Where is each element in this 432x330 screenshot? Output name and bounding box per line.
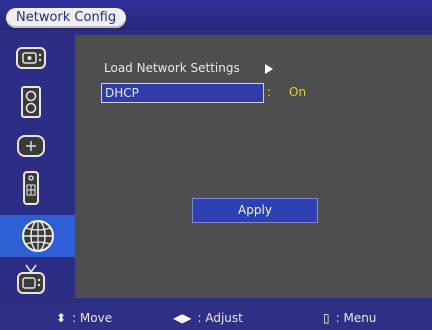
sidebar-item-network[interactable] [0,215,76,257]
hint-move: ⬍ : Move [56,311,112,325]
arrow-right-icon [265,64,273,74]
sidebar-item-setup[interactable] [6,127,56,165]
remote-icon [23,171,39,205]
dhcp-field[interactable]: DHCP [101,83,264,103]
title-bar: Network Config [0,0,432,30]
left-right-icon: ◀▶ [173,311,192,325]
dhcp-value: On [289,85,307,99]
picture-icon [16,47,46,69]
network-icon [22,220,54,252]
sidebar [0,35,76,299]
menu-icon: ▯ [323,311,330,325]
page-title: Network Config [6,8,127,28]
apply-button[interactable]: Apply [192,198,318,223]
sidebar-item-tv[interactable] [6,261,56,299]
tv-input-icon [17,264,45,294]
dhcp-colon: : [267,85,272,99]
hint-adjust: ◀▶ : Adjust [173,311,243,325]
setup-icon [17,135,45,157]
sidebar-item-input[interactable] [6,169,56,207]
load-network-settings-item[interactable]: Load Network Settings [104,61,240,75]
up-down-icon: ⬍ [56,311,67,325]
hint-menu-label: : Menu [335,311,377,325]
hint-adjust-label: : Adjust [197,311,243,325]
footer-hints: ⬍ : Move ◀▶ : Adjust ▯ : Menu [0,305,432,330]
hint-menu: ▯ : Menu [323,311,376,325]
sidebar-item-picture[interactable] [6,39,56,77]
hint-move-label: : Move [72,311,113,325]
main-panel: Load Network Settings DHCP : On Apply [75,35,432,298]
sidebar-item-sound[interactable] [6,83,56,121]
speaker-icon [21,86,41,118]
